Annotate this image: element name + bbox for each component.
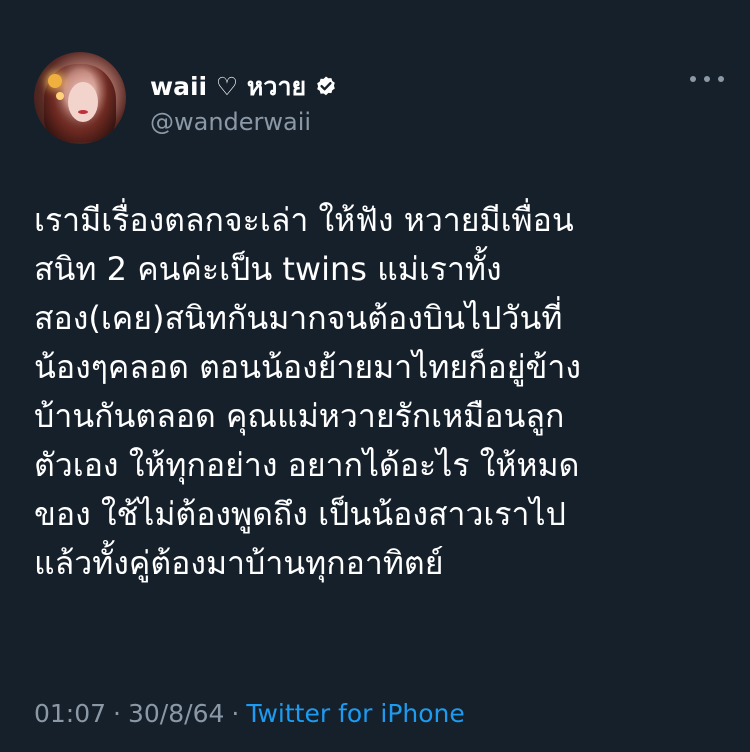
tweet-text-line: เรามีเรื่องตลกจะเล่า ให้ฟัง หวายมีเพื่อน: [34, 201, 574, 239]
tweet-text-line: สนิท 2 คนค่ะเป็น twins แม่เราทั้ง: [34, 250, 502, 288]
avatar-flower-small: [56, 92, 64, 100]
tweet-time[interactable]: 01:07: [34, 699, 106, 728]
tweet-text-line: สอง(เคย)สนิทกันมากจนต้องบินไปวันที่: [34, 299, 563, 337]
more-dot-3: [718, 76, 724, 82]
tweet-meta: 01:07 · 30/8/64 · Twitter for iPhone: [34, 693, 465, 733]
tweet-source-link[interactable]: Twitter for iPhone: [246, 699, 464, 728]
author-handle[interactable]: @wanderwaii: [150, 108, 311, 136]
meta-separator: ·: [113, 698, 121, 728]
verified-badge-icon: [317, 76, 335, 96]
tweet-text-line: ของ ใช้ไม่ต้องพูดถึง เป็นน้องสาวเราไป: [34, 495, 566, 533]
more-dot-1: [690, 76, 696, 82]
avatar-flower: [48, 74, 62, 88]
tweet-text-line: น้องๆคลอด ตอนน้องย้ายมาไทยก็อยู่ข้าง: [34, 348, 581, 386]
tweet-text: เรามีเรื่องตลกจะเล่า ให้ฟัง หวายมีเพื่อน…: [34, 196, 724, 588]
tweet-text-line: บ้านกันตลอด คุณแม่หวายรักเหมือนลูก: [34, 397, 565, 435]
tweet-header: waii ♡ หวาย @wanderwaii: [34, 52, 724, 144]
more-horizontal-icon[interactable]: [690, 68, 724, 90]
author-name-row[interactable]: waii ♡ หวาย: [150, 70, 338, 104]
avatar[interactable]: [34, 52, 126, 144]
avatar-lips: [78, 110, 88, 114]
author-display-name[interactable]: waii ♡ หวาย: [150, 67, 306, 107]
tweet-text-line: แล้วทั้งคู่ต้องมาบ้านทุกอาทิตย์: [34, 544, 444, 582]
meta-separator: ·: [231, 698, 240, 728]
tweet-text-line: ตัวเอง ให้ทุกอย่าง อยากได้อะไร ให้หมด: [34, 446, 580, 484]
avatar-face: [68, 82, 98, 122]
tweet-date[interactable]: 30/8/64: [128, 699, 224, 728]
more-dot-2: [704, 76, 710, 82]
